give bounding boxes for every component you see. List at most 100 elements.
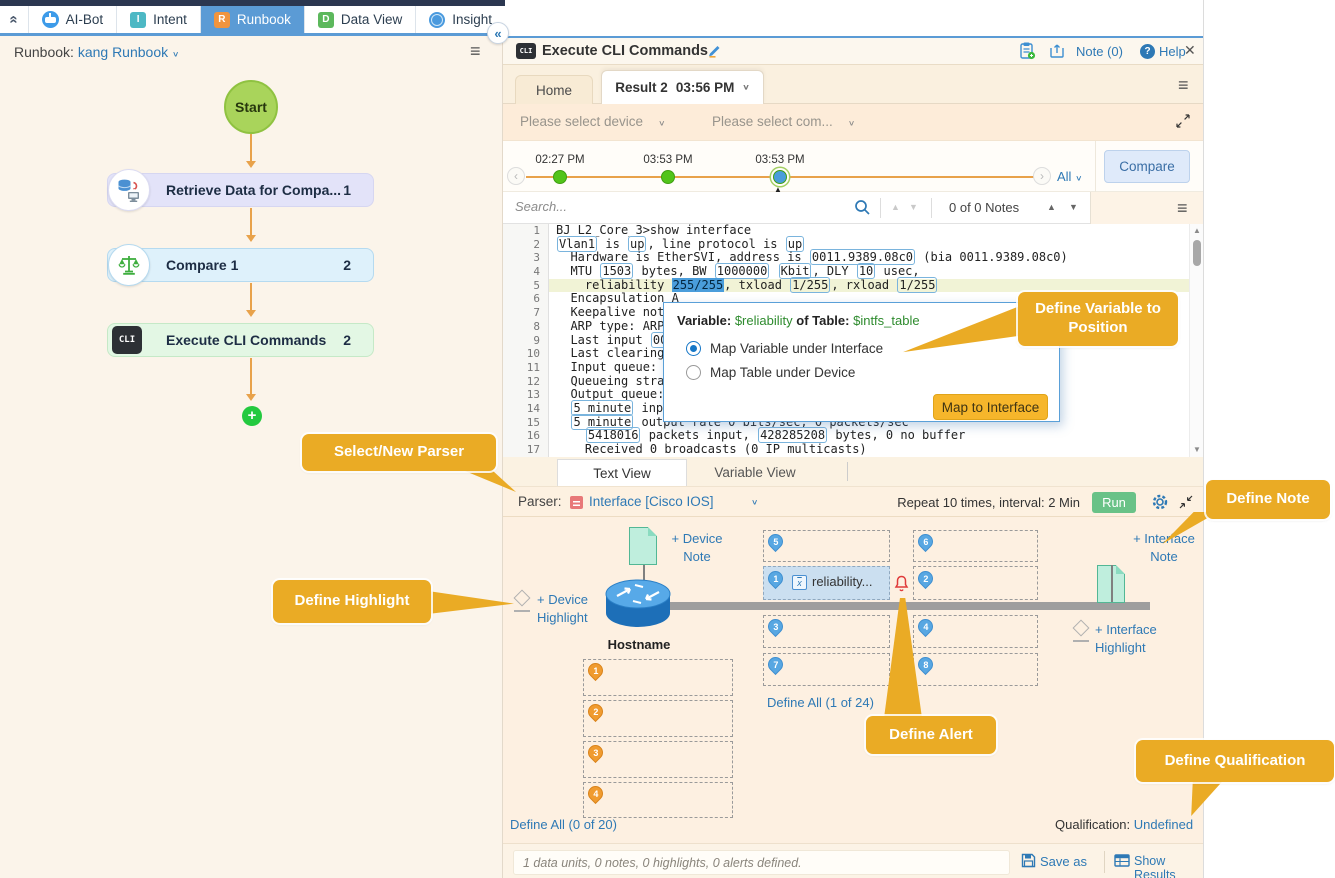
variable-slot[interactable]: 8 [913, 653, 1038, 686]
add-interface-note[interactable]: + Interface Note [1129, 530, 1199, 566]
add-step-button[interactable]: + [242, 406, 262, 426]
status-summary: 1 data units, 0 notes, 0 highlights, 0 a… [513, 850, 1010, 875]
define-all-device-link[interactable]: Define All (0 of 20) [510, 817, 617, 832]
search-next-icon[interactable]: ▼ [909, 202, 918, 212]
device-slot[interactable]: 1 [583, 659, 733, 696]
callout-select-new-parser: Select/New Parser [302, 434, 496, 471]
parsed-token[interactable]: 10 [857, 263, 875, 279]
parsed-token[interactable]: 1/255 [790, 277, 830, 293]
parsed-token[interactable]: 1503 [600, 263, 633, 279]
radio-selected-icon[interactable] [686, 341, 701, 356]
timeline-dot[interactable] [661, 170, 675, 184]
parsed-token[interactable]: 5418016 [586, 427, 641, 443]
variable-slot[interactable]: 5 [763, 530, 890, 562]
add-device-highlight[interactable]: + Device Highlight [537, 591, 603, 627]
timeline-prev-icon[interactable]: ‹ [507, 167, 525, 185]
variable-slot[interactable]: 4 [913, 615, 1038, 648]
code-text: is [598, 237, 627, 251]
export-icon[interactable] [1049, 43, 1065, 64]
tab-data-view[interactable]: D Data View [304, 6, 415, 33]
note-count-button[interactable]: Note (0) [1076, 44, 1123, 59]
qualification-value-link[interactable]: Undefined [1134, 817, 1193, 832]
tab-result[interactable]: Result 2 03:56 PM ∨ [601, 70, 764, 104]
add-interface-highlight[interactable]: + Interface Highlight [1095, 621, 1169, 657]
router-icon[interactable] [603, 567, 673, 633]
flow-start-node[interactable]: Start [224, 80, 278, 134]
panel-title: Execute CLI Commands [542, 43, 708, 59]
help-button[interactable]: Help [1159, 44, 1186, 59]
variable-slot[interactable]: 3 [763, 615, 890, 648]
runbook-header[interactable]: Runbook: kang Runbook ∨ [14, 44, 179, 60]
selected-token[interactable]: 255/255 [672, 278, 725, 292]
code-text [556, 415, 570, 429]
compare-button[interactable]: Compare [1104, 150, 1190, 183]
line-number: 2 [503, 238, 549, 252]
collapse-parser-icon[interactable] [1179, 495, 1193, 514]
gear-icon[interactable] [1150, 492, 1170, 517]
scrollbar[interactable]: ▲ ▼ [1189, 224, 1203, 457]
close-icon[interactable]: ✕ [1184, 42, 1196, 59]
parsed-token[interactable]: 1000000 [715, 263, 770, 279]
view-tab-bar: Text View Variable View [503, 457, 1203, 486]
tab-menu-icon[interactable]: ≡ [1178, 76, 1189, 94]
save-icon[interactable] [1021, 853, 1036, 873]
tab-home[interactable]: Home [515, 75, 593, 104]
interface-highlight-icon[interactable] [1073, 620, 1090, 637]
scroll-thumb[interactable] [1193, 240, 1201, 266]
chevron-down-icon[interactable]: ∨ [751, 498, 758, 506]
parsed-token[interactable]: 1/255 [897, 277, 937, 293]
variable-slot[interactable]: 2 [913, 566, 1038, 600]
device-slot[interactable]: 4 [583, 782, 733, 818]
radio-icon[interactable] [686, 365, 701, 380]
parser-select[interactable]: Interface [Cisco IOS] [589, 494, 714, 509]
alert-bell-icon[interactable] [893, 574, 910, 594]
expand-icon[interactable] [1176, 114, 1190, 133]
search-icon[interactable] [853, 198, 872, 222]
variable-slot[interactable]: 6 [913, 530, 1038, 562]
report-icon[interactable] [1019, 41, 1036, 65]
search-input[interactable]: Search... [515, 199, 567, 214]
show-results-button[interactable]: Show Results [1134, 854, 1203, 878]
map-to-interface-button[interactable]: Map to Interface [933, 394, 1048, 420]
device-note-icon[interactable] [629, 527, 657, 565]
notes-next-icon[interactable]: ▼ [1069, 202, 1078, 212]
timeline-dot[interactable] [553, 170, 567, 184]
command-select[interactable]: Please select com... ∨ [712, 114, 855, 129]
device-highlight-icon[interactable] [514, 590, 531, 607]
tab-ai-bot[interactable]: AI-Bot [28, 6, 117, 33]
variable-slot-filled[interactable]: 1 x reliability... [763, 566, 890, 600]
variable-slot[interactable]: 7 [763, 653, 890, 686]
device-select[interactable]: Please select device ∨ [520, 114, 665, 129]
show-results-icon[interactable] [1114, 853, 1130, 873]
radio-map-table-under-device[interactable]: Map Table under Device [686, 365, 855, 380]
search-prev-icon[interactable]: ▲ [891, 202, 900, 212]
timeline-dot-selected[interactable] [773, 170, 787, 184]
collapse-panel-button[interactable]: « [487, 22, 509, 44]
runbook-name[interactable]: kang Runbook [78, 44, 168, 60]
timeline-next-icon[interactable]: › [1033, 167, 1051, 185]
device-slot[interactable]: 3 [583, 741, 733, 778]
tab-intent[interactable]: I Intent [116, 6, 200, 33]
table-label: of Table: [796, 313, 849, 328]
flow-step-execute-cli[interactable]: Execute CLI Commands 2 [107, 323, 374, 357]
output-menu-icon[interactable]: ≡ [1177, 199, 1188, 217]
radio-map-variable-under-interface[interactable]: Map Variable under Interface [686, 341, 883, 356]
line-number: 15 [503, 416, 549, 430]
parsed-token[interactable]: 428285208 [758, 427, 827, 443]
notes-prev-icon[interactable]: ▲ [1047, 202, 1056, 212]
device-slot[interactable]: 2 [583, 700, 733, 737]
save-as-button[interactable]: Save as [1040, 854, 1087, 869]
tab-runbook[interactable]: R Runbook [200, 6, 304, 33]
collapse-tabs-icon[interactable]: « [0, 6, 28, 33]
runbook-menu-icon[interactable]: ≡ [470, 42, 481, 60]
scroll-down-icon[interactable]: ▼ [1193, 445, 1201, 454]
timeline-filter-select[interactable]: All ∨ [1057, 169, 1082, 184]
edit-title-icon[interactable] [707, 43, 722, 63]
scroll-up-icon[interactable]: ▲ [1193, 226, 1201, 235]
tab-variable-view[interactable]: Variable View [695, 459, 815, 486]
add-device-note[interactable]: + Device Note [661, 530, 733, 566]
tab-text-view[interactable]: Text View [557, 459, 687, 486]
run-button[interactable]: Run [1092, 492, 1136, 513]
define-all-interface-link[interactable]: Define All (1 of 24) [767, 695, 874, 710]
help-icon[interactable]: ? [1140, 44, 1155, 59]
